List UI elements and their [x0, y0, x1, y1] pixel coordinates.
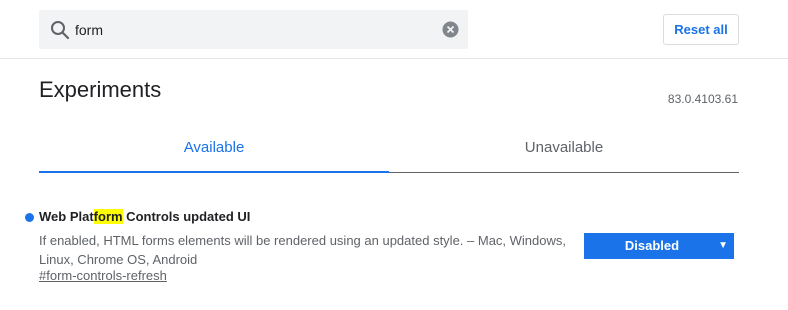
experiment-state-select[interactable]: Disabled ▼: [584, 233, 734, 259]
search-input[interactable]: [75, 10, 435, 49]
search-icon: [51, 21, 70, 40]
reset-all-button[interactable]: Reset all: [663, 14, 739, 45]
header: Reset all: [0, 0, 788, 59]
page-title: Experiments: [39, 77, 162, 102]
version-label: 83.0.4103.61: [667, 92, 738, 106]
status-dot-icon: [25, 213, 34, 222]
experiment-link[interactable]: #form-controls-refresh: [39, 268, 167, 283]
experiment-title-end: Controls updated UI: [122, 209, 251, 224]
search-box[interactable]: [39, 10, 468, 49]
search-highlight: form: [93, 209, 123, 224]
experiment-title-start: Web Plat: [39, 209, 94, 224]
experiment-title: Web Platform Controls updated UI: [39, 209, 250, 224]
tab-available[interactable]: Available: [39, 128, 389, 173]
select-value: Disabled: [624, 238, 680, 253]
tab-strip: Available Unavailable: [39, 128, 739, 173]
experiment-description: If enabled, HTML forms elements will be …: [39, 233, 566, 267]
chevron-down-icon: ▼: [718, 240, 728, 251]
clear-icon[interactable]: [442, 21, 459, 38]
tab-unavailable[interactable]: Unavailable: [389, 128, 739, 173]
